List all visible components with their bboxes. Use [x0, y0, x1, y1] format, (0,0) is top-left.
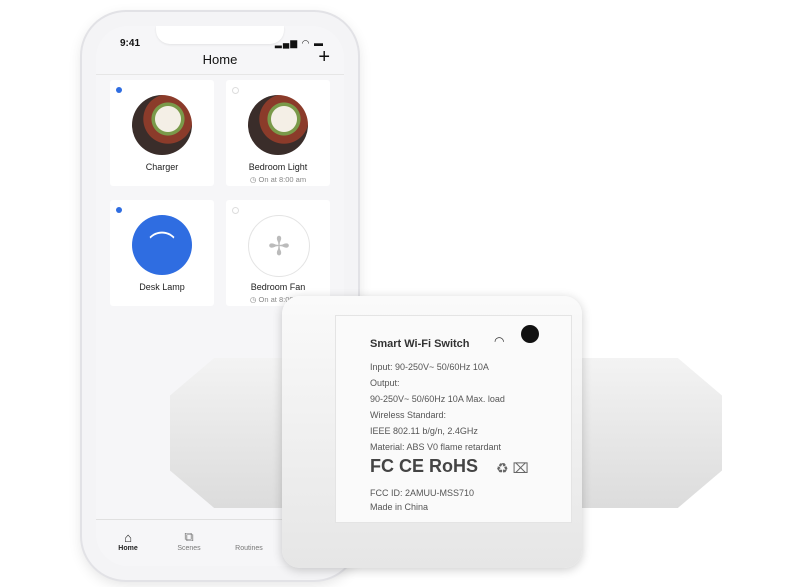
status-time: 9:41 — [120, 38, 141, 49]
spec-line: Material: ABS V0 flame retardant — [370, 442, 502, 452]
device-tile-desk-lamp[interactable]: ⌒ Desk Lamp — [110, 200, 214, 306]
page-title: Home — [202, 52, 238, 67]
tab-home[interactable]: ⌂ Home — [103, 530, 153, 552]
add-device-button[interactable]: + — [318, 46, 330, 69]
device-tile-charger[interactable]: Charger — [110, 80, 214, 186]
origin-text: Made in China — [370, 502, 429, 512]
device-tile-bedroom-light[interactable]: Bedroom Light ◷ On at 8:00 am — [226, 80, 330, 186]
spec-line: Output: — [370, 378, 400, 388]
device-name: Bedroom Light — [248, 162, 308, 172]
device-label: Smart Wi-Fi Switch ◠ Input: 90-250V~ 50/… — [335, 315, 572, 523]
device-photo — [248, 95, 308, 155]
device-photo — [132, 95, 192, 155]
label-title: Smart Wi-Fi Switch — [370, 338, 470, 350]
schedule-text: On at 8:00 am — [258, 175, 307, 184]
device-name: Bedroom Fan — [250, 282, 306, 292]
spec-line: IEEE 802.11 b/g/n, 2.4GHz — [370, 426, 478, 436]
device-tile-bedroom-fan[interactable]: ✢ Bedroom Fan ◷ On at 8:00 am — [226, 200, 330, 306]
status-dot — [116, 87, 122, 93]
device-name: Desk Lamp — [139, 282, 185, 292]
cert-logos: FC CE RoHS — [370, 456, 478, 476]
tab-label: Home — [118, 545, 138, 552]
fan-icon: ✢ — [248, 215, 310, 277]
fcc-id: FCC ID: 2AMUU-MSS710 — [370, 488, 475, 498]
status-icons: ▂▄▆ ◠ ▬ — [274, 38, 324, 48]
spec-line: Wireless Standard: — [370, 410, 447, 420]
recycle-icon: ♻ ⌧ — [496, 460, 529, 476]
notch — [156, 26, 284, 44]
lamp-icon: ⌒ — [132, 215, 192, 275]
home-icon: ⌂ — [124, 530, 132, 545]
spec-line: Input: 90-250V~ 50/60Hz 10A — [370, 362, 489, 372]
spec-line: 90-250V~ 50/60Hz 10A Max. load — [370, 394, 505, 404]
smart-switch-device: L in N L out N Smart Wi-Fi Switch ◠ Inpu… — [170, 296, 722, 568]
status-dot — [232, 207, 239, 214]
status-dot — [116, 207, 122, 213]
pairing-button — [521, 325, 539, 343]
device-schedule: ◷ On at 8:00 am — [249, 175, 307, 184]
status-dot — [232, 87, 239, 94]
device-name: Charger — [145, 162, 179, 172]
wifi-icon: ◠ — [494, 334, 505, 348]
